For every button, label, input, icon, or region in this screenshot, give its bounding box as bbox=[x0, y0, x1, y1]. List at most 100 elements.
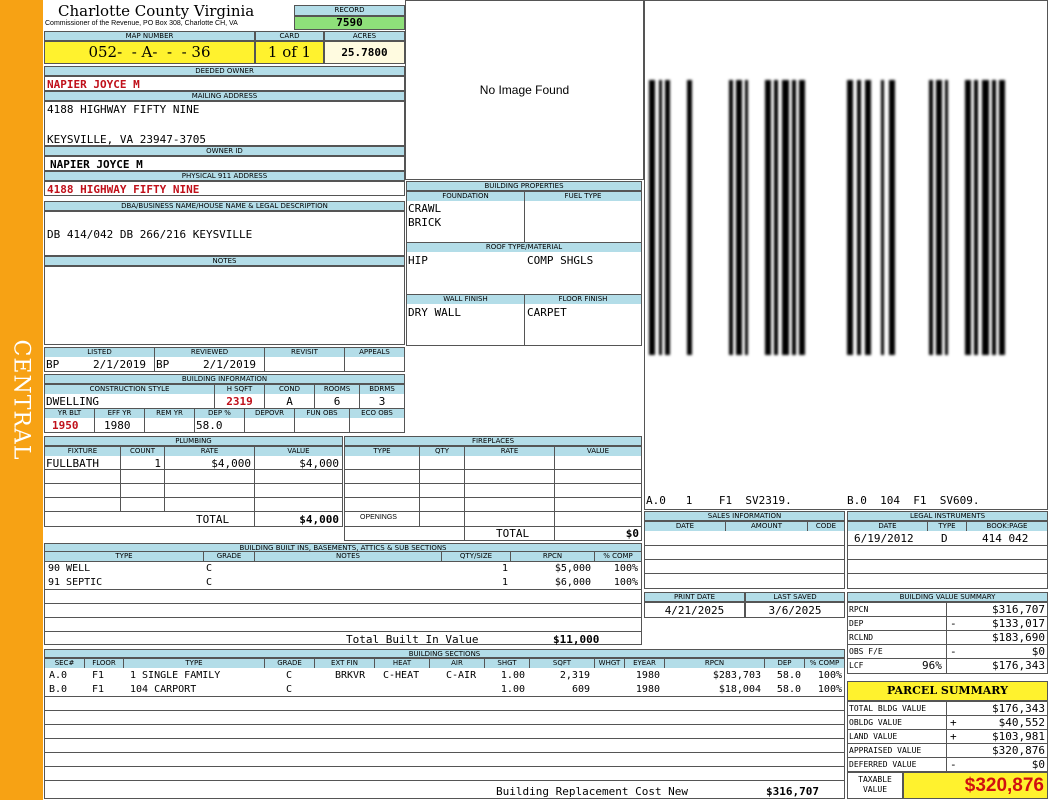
physical-address-label: PHYSICAL 911 ADDRESS bbox=[44, 171, 405, 181]
appeals-label: APPEALS bbox=[345, 348, 404, 357]
revisit-label: REVISIT bbox=[265, 348, 344, 357]
plumbing-header-fixture: FIXTURE bbox=[45, 447, 120, 456]
card-label: CARD bbox=[255, 31, 324, 41]
dba-value: DB 414/042 DB 266/216 KEYSVILLE bbox=[47, 228, 253, 241]
legal-row-date: 6/19/2012 bbox=[854, 532, 914, 545]
roof-value-1: HIP bbox=[408, 254, 428, 267]
hsqft-value: 2319 bbox=[226, 395, 253, 408]
sections-header-comp: % COMP bbox=[805, 659, 844, 668]
deeded-owner-label: DEEDED OWNER bbox=[44, 66, 405, 76]
print-date-value: 4/21/2025 bbox=[664, 604, 725, 617]
sales-title: SALES INFORMATION bbox=[644, 511, 845, 521]
builtin-row-2-rpcn: $6,000 bbox=[554, 577, 591, 588]
floor-finish-label: FLOOR FINISH bbox=[525, 295, 641, 304]
section-row-2-type: 104 CARPORT bbox=[130, 684, 197, 695]
building-info-title: BUILDING INFORMATION bbox=[44, 374, 405, 384]
building-sections-title: BUILDING SECTIONS bbox=[44, 649, 845, 658]
foundation-label: FOUNDATION bbox=[407, 192, 524, 201]
builtin-row-2-grade: C bbox=[206, 577, 213, 588]
bvs-obs-value: $0 bbox=[1031, 645, 1045, 658]
sketch-barcode-graphic bbox=[647, 70, 1047, 370]
section-row-1-floor: F1 bbox=[92, 670, 105, 681]
sections-header-floor: FLOOR bbox=[85, 659, 123, 668]
sidebar-label: CENTRAL bbox=[8, 339, 34, 461]
section-row-1-grade: C bbox=[286, 670, 293, 681]
sections-header-rpcn: RPCN bbox=[665, 659, 764, 668]
section-row-1-shgt: 1.00 bbox=[500, 670, 525, 681]
plumbing-row-fixture: FULLBATH bbox=[46, 457, 99, 470]
sections-header-extfin: EXT FIN bbox=[315, 659, 374, 668]
acres-value: 25.7800 bbox=[324, 41, 405, 64]
section-row-2-floor: F1 bbox=[92, 684, 105, 695]
sections-header-dep: DEP bbox=[765, 659, 804, 668]
builtins-header-comp: % COMP bbox=[595, 552, 641, 561]
section-row-1-type: 1 SINGLE FAMILY bbox=[130, 670, 221, 681]
section-row-1-rpcn: $283,703 bbox=[712, 670, 761, 681]
floor-finish-value: CARPET bbox=[527, 306, 567, 319]
county-title: Charlotte County Virginia bbox=[58, 2, 255, 20]
dep-pct-value: 58.0 bbox=[196, 419, 223, 432]
bvs-lcf-label: LCF bbox=[849, 661, 864, 670]
fireplaces-title: FIREPLACES bbox=[344, 436, 642, 446]
builtin-row-2-qty: 1 bbox=[501, 577, 508, 588]
plumbing-total-value: $4,000 bbox=[299, 513, 339, 526]
parcel-total-bldg-label: TOTAL BLDG VALUE bbox=[849, 704, 927, 713]
bvs-rpcn-value: $316,707 bbox=[992, 603, 1045, 616]
builtins-header-type: TYPE bbox=[45, 552, 203, 561]
plumbing-title: PLUMBING bbox=[44, 436, 343, 446]
county-subtitle: Commissioner of the Revenue, PO Box 308,… bbox=[45, 20, 238, 27]
print-date-label: PRINT DATE bbox=[644, 592, 745, 602]
builtins-total-label: Total Built In Value bbox=[346, 633, 479, 646]
section-row-2-dep: 58.0 bbox=[776, 684, 801, 695]
construction-style-value: DWELLING bbox=[46, 395, 99, 408]
parcel-deferred-value: $0 bbox=[1031, 758, 1045, 771]
section-row-2-sec: B.0 bbox=[49, 684, 68, 695]
bdrms-label: BDRMS bbox=[360, 385, 404, 394]
fireplace-header-type: TYPE bbox=[345, 447, 419, 456]
yr-blt-label: YR BLT bbox=[45, 409, 94, 418]
bvs-dep-label: DEP bbox=[849, 619, 864, 628]
sales-header-amount: AMOUNT bbox=[726, 522, 807, 531]
parcel-land-label: LAND VALUE bbox=[849, 732, 898, 741]
acres-label: ACRES bbox=[324, 31, 405, 41]
legal-row-bookpage: 414 042 bbox=[982, 532, 1029, 545]
foundation-value-1: CRAWL bbox=[408, 202, 442, 215]
section-row-2-rpcn: $18,004 bbox=[718, 684, 761, 695]
last-saved-value: 3/6/2025 bbox=[768, 604, 822, 617]
parcel-total-bldg-value: $176,343 bbox=[992, 702, 1045, 715]
wall-finish-value: DRY WALL bbox=[408, 306, 461, 319]
physical-address-value: 4188 HIGHWAY FIFTY NINE bbox=[47, 183, 200, 196]
owner-id-value: NAPIER JOYCE M bbox=[50, 158, 143, 171]
record-value: 7590 bbox=[294, 16, 405, 30]
replacement-cost-value: $316,707 bbox=[766, 785, 819, 798]
parcel-appraised-value: $320,876 bbox=[992, 744, 1045, 757]
fuel-type-label: FUEL TYPE bbox=[525, 192, 641, 201]
builtin-row-1-comp: 100% bbox=[613, 563, 638, 574]
depovr-label: DEPOVR bbox=[245, 409, 294, 418]
builtins-header-grade: GRADE bbox=[204, 552, 254, 561]
sections-header-air: AIR bbox=[430, 659, 484, 668]
builtins-header-rpcn: RPCN bbox=[511, 552, 594, 561]
plumbing-header-value: VALUE bbox=[255, 447, 342, 456]
parcel-land-value: $103,981 bbox=[992, 730, 1045, 743]
builtins-total-value: $11,000 bbox=[553, 633, 600, 646]
bvs-rclnd-value: $183,690 bbox=[992, 631, 1045, 644]
rooms-value: 6 bbox=[333, 395, 341, 408]
builtin-row-2-comp: 100% bbox=[613, 577, 638, 588]
building-properties-title: BUILDING PROPERTIES bbox=[406, 181, 642, 191]
taxable-label-2: VALUE bbox=[862, 785, 888, 794]
section-row-1-eyear: 1980 bbox=[635, 670, 660, 681]
eff-yr-label: EFF YR bbox=[95, 409, 144, 418]
sales-header-date: DATE bbox=[645, 522, 725, 531]
builtins-header-notes: NOTES bbox=[255, 552, 441, 561]
sales-header-code: CODE bbox=[808, 522, 844, 531]
builtins-header-qty: QTY/SIZE bbox=[442, 552, 510, 561]
construction-style-label: CONSTRUCTION STYLE bbox=[45, 385, 214, 394]
legal-header-bookpage: BOOK:PAGE bbox=[967, 522, 1047, 531]
fireplace-total-label: TOTAL bbox=[496, 527, 530, 540]
sections-header-grade: GRADE bbox=[265, 659, 314, 668]
builtin-row-1-grade: C bbox=[206, 563, 213, 574]
builtin-row-1-type: 90 WELL bbox=[48, 563, 91, 574]
section-row-1-sec: A.0 bbox=[49, 670, 68, 681]
section-row-1-dep: 58.0 bbox=[776, 670, 801, 681]
